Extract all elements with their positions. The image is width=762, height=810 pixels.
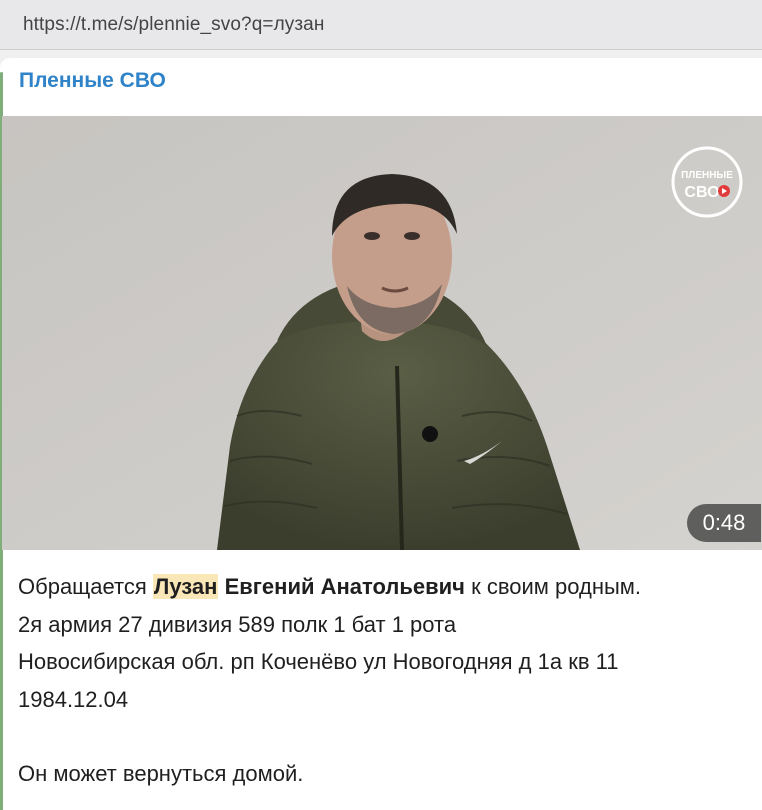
message-line-5: Он может вернуться домой. [18,761,304,786]
message-text: Обращается Лузан Евгений Анатольевич к с… [18,568,748,793]
message-line-2: 2я армия 27 дивизия 589 полк 1 бат 1 рот… [18,611,457,637]
message-name-bold: Евгений Анатольевич [218,574,465,599]
url-text[interactable]: https://t.me/s/plennie_svo?q=лузан [23,14,324,36]
video-thumbnail [2,116,762,550]
video-player[interactable]: ПЛЕННЫЕ СВО 0:48 [2,116,762,550]
logo-text-bottom: СВО [684,184,719,201]
address-bar[interactable]: https://t.me/s/plennie_svo?q=лузан [0,0,762,50]
channel-name-link[interactable]: Пленные СВО [19,69,166,93]
search-highlight: Лузан [152,574,219,599]
message-line-1-prefix: Обращается [18,574,153,599]
video-duration-badge: 0:48 [687,504,761,542]
channel-post: Пленные СВО ПЛЕННЫЕ СВО 0:48 Обращается … [0,58,762,810]
logo-text-top: ПЛЕННЫЕ [681,170,733,181]
message-line-1: Обращается Лузан Евгений Анатольевич к с… [18,568,748,606]
message-line-4: 1984.12.04 [18,686,129,712]
message-line-1-suffix: к своим родным. [464,574,642,599]
message-line-3: Новосибирская обл. рп Коченёво ул Нового… [18,649,619,674]
channel-watermark-logo: ПЛЕННЫЕ СВО [671,146,743,218]
